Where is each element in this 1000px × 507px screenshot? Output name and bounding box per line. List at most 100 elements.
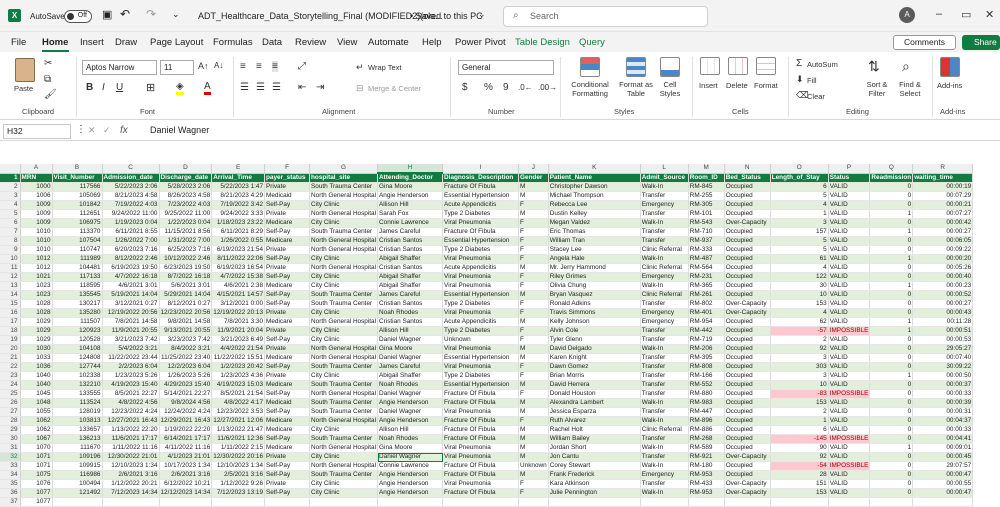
table-cell[interactable]: 5/19/2021 14:04 — [102, 290, 160, 300]
table-cell[interactable]: Essential Hypertension — [442, 290, 520, 300]
table-cell[interactable]: 00:07:29 — [912, 191, 974, 201]
table-cell[interactable]: Occupied — [724, 326, 771, 336]
table-column-header[interactable]: MRN — [20, 173, 53, 183]
column-header-j[interactable]: J — [518, 164, 549, 174]
table-cell[interactable]: 12/12/2023 14:34 — [159, 488, 213, 498]
table-cell[interactable]: Occupied — [724, 362, 771, 372]
table-cell[interactable]: 00:09:01 — [912, 443, 974, 453]
table-cell[interactable]: 1070 — [20, 443, 53, 453]
table-cell[interactable]: Viral Pneumonia — [442, 443, 520, 453]
table-cell[interactable]: City Clinic — [309, 218, 379, 228]
table-cell[interactable]: VALID — [828, 272, 871, 282]
table-cell[interactable]: Over-Capacity — [724, 479, 771, 489]
fill-icon[interactable]: ⬇ — [796, 74, 804, 85]
tab-page-layout[interactable]: Page Layout — [150, 37, 203, 48]
table-cell[interactable]: Gina Moore — [377, 443, 444, 453]
table-cell[interactable]: 1/11/2022 11:16 — [102, 443, 160, 453]
table-cell[interactable]: South Trauma Center — [309, 434, 379, 444]
table-cell[interactable]: David Delgado — [548, 344, 641, 354]
table-cell[interactable]: Fracture Of Fibula — [442, 470, 520, 480]
find-select-icon[interactable]: ⌕ — [902, 58, 910, 75]
table-cell[interactable]: 1/18/2023 23:22 — [211, 218, 266, 228]
table-cell[interactable]: Julie Pennington — [548, 488, 641, 498]
table-cell[interactable]: 128019 — [52, 407, 103, 417]
table-cell[interactable]: VALID — [828, 263, 871, 273]
table-cell[interactable]: VALID — [828, 353, 871, 363]
table-cell[interactable]: Fracture Of Fibula — [442, 434, 520, 444]
table-cell[interactable]: VALID — [828, 335, 871, 345]
table-cell[interactable]: Abigail Shaffer — [377, 272, 444, 282]
underline-icon[interactable]: U — [116, 82, 123, 93]
table-cell[interactable]: 90 — [770, 443, 829, 453]
table-column-header[interactable]: Admission_date — [102, 173, 160, 183]
table-cell[interactable]: 4/6/2021 3:01 — [102, 281, 160, 291]
table-cell[interactable]: Medicaid — [264, 398, 311, 408]
table-cell[interactable]: 1/26/2023 5:26 — [159, 371, 213, 381]
number-format-select[interactable]: General — [458, 60, 554, 75]
table-cell[interactable]: City Clinic — [309, 272, 379, 282]
table-cell[interactable]: Medicare — [264, 380, 311, 390]
table-cell[interactable]: RM-845 — [688, 182, 725, 192]
table-cell[interactable]: Olivia Chung — [548, 281, 641, 291]
column-header-f[interactable]: F — [264, 164, 311, 174]
table-cell[interactable]: 4/19/2023 15:03 — [211, 380, 266, 390]
table-cell[interactable]: VALID — [828, 200, 871, 210]
table-cell[interactable]: 4/15/2021 14:57 — [211, 290, 266, 300]
table-cell[interactable]: 153 — [770, 398, 829, 408]
column-header-p[interactable]: P — [828, 164, 871, 174]
table-cell[interactable]: 0 — [869, 434, 914, 444]
table-cell[interactable]: F — [518, 200, 549, 210]
table-cell[interactable] — [869, 497, 914, 507]
table-cell[interactable]: F — [518, 389, 549, 399]
table-cell[interactable]: F — [518, 488, 549, 498]
add-ins-icon[interactable] — [940, 57, 960, 77]
table-cell[interactable]: Transfer — [640, 299, 689, 309]
autosum-icon[interactable]: Σ — [796, 58, 802, 69]
table-cell[interactable]: 3/21/2023 6:49 — [211, 335, 266, 345]
table-column-header[interactable]: Arrival_Time — [211, 173, 266, 183]
table-cell[interactable]: 3 — [770, 353, 829, 363]
table-cell[interactable]: M — [518, 398, 549, 408]
redo-icon[interactable]: ↷ — [146, 7, 156, 21]
tab-draw[interactable]: Draw — [115, 37, 137, 48]
table-cell[interactable]: 5/22/2023 1:47 — [211, 182, 266, 192]
table-cell[interactable]: VALID — [828, 308, 871, 318]
table-cell[interactable]: RM-442 — [688, 326, 725, 336]
row-header[interactable]: 20 — [0, 344, 21, 354]
table-cell[interactable]: 2/5/2021 3:16 — [211, 470, 266, 480]
tab-help[interactable]: Help — [422, 37, 442, 48]
tab-power-pivot[interactable]: Power Pivot — [455, 37, 506, 48]
table-cell[interactable]: 00:07:40 — [912, 353, 974, 363]
table-cell[interactable]: F — [518, 416, 549, 426]
table-cell[interactable]: Walk-In — [640, 254, 689, 264]
table-cell[interactable]: M — [518, 182, 549, 192]
table-cell[interactable]: RM-333 — [688, 245, 725, 255]
table-cell[interactable]: Occupied — [724, 317, 771, 327]
table-cell[interactable]: 101842 — [52, 200, 103, 210]
table-cell[interactable]: 00:04:37 — [912, 416, 974, 426]
table-cell[interactable]: RM-433 — [688, 479, 725, 489]
autosum-button[interactable]: AutoSum — [807, 60, 838, 69]
table-cell[interactable]: 12/27/2021 16:43 — [102, 416, 160, 426]
table-cell[interactable]: 0 — [869, 470, 914, 480]
table-cell[interactable]: 1076 — [20, 479, 53, 489]
table-cell[interactable]: RM-305 — [688, 200, 725, 210]
table-cell[interactable]: 0 — [869, 479, 914, 489]
merge-center-button[interactable]: Merge & Center — [368, 84, 421, 93]
row-header[interactable]: 5 — [0, 209, 21, 219]
formula-input[interactable]: Daniel Wagner — [150, 125, 209, 135]
table-cell[interactable]: 6/19/2023 19:50 — [102, 263, 160, 273]
table-cell[interactable]: Abigail Shaffer — [377, 371, 444, 381]
column-header-a[interactable]: A — [20, 164, 53, 174]
table-cell[interactable]: Abigail Shaffer — [377, 254, 444, 264]
tab-file[interactable]: File — [11, 37, 26, 48]
table-cell[interactable]: 5 — [770, 191, 829, 201]
table-cell[interactable]: 109196 — [52, 452, 103, 462]
table-cell[interactable]: William Bailey — [548, 434, 641, 444]
table-cell[interactable]: Emergency — [640, 200, 689, 210]
table-cell[interactable]: 9/24/2022 11:00 — [102, 209, 160, 219]
table-cell[interactable]: James Careful — [377, 227, 444, 237]
table-cell[interactable]: Fracture Of Fibula — [442, 389, 520, 399]
table-cell[interactable]: Gina Moore — [377, 182, 444, 192]
table-cell[interactable]: F — [518, 299, 549, 309]
